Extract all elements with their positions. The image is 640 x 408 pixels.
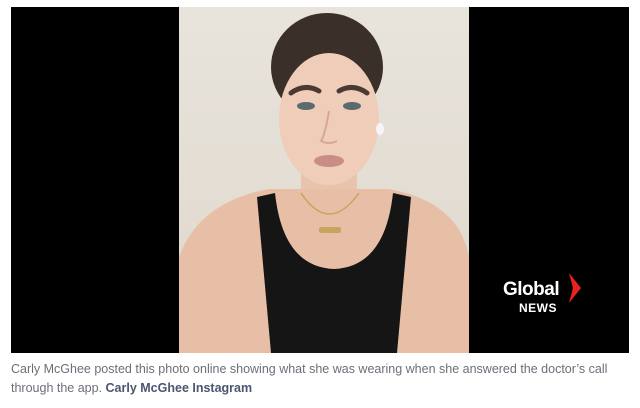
photo-caption: Carly McGhee posted this photo online sh… (11, 360, 629, 398)
caption-text: Carly McGhee posted this photo online sh… (11, 362, 608, 395)
logo-news-label: NEWS (519, 301, 557, 315)
photo-credit: Carly McGhee Instagram (105, 381, 253, 395)
lips (314, 155, 344, 167)
logo-wordmark: Global (503, 279, 560, 300)
article-figure: Global NEWS Carly McGhee posted this pho… (0, 0, 640, 408)
left-eye (297, 102, 315, 110)
news-photo (179, 7, 469, 353)
necklace-pendant (319, 227, 341, 233)
portrait-illustration (179, 13, 469, 353)
right-eye (343, 102, 361, 110)
global-news-logo: Global NEWS (503, 273, 593, 319)
video-frame: Global NEWS (11, 7, 629, 353)
earbud (376, 123, 384, 135)
logo-chevron-icon (569, 273, 581, 303)
